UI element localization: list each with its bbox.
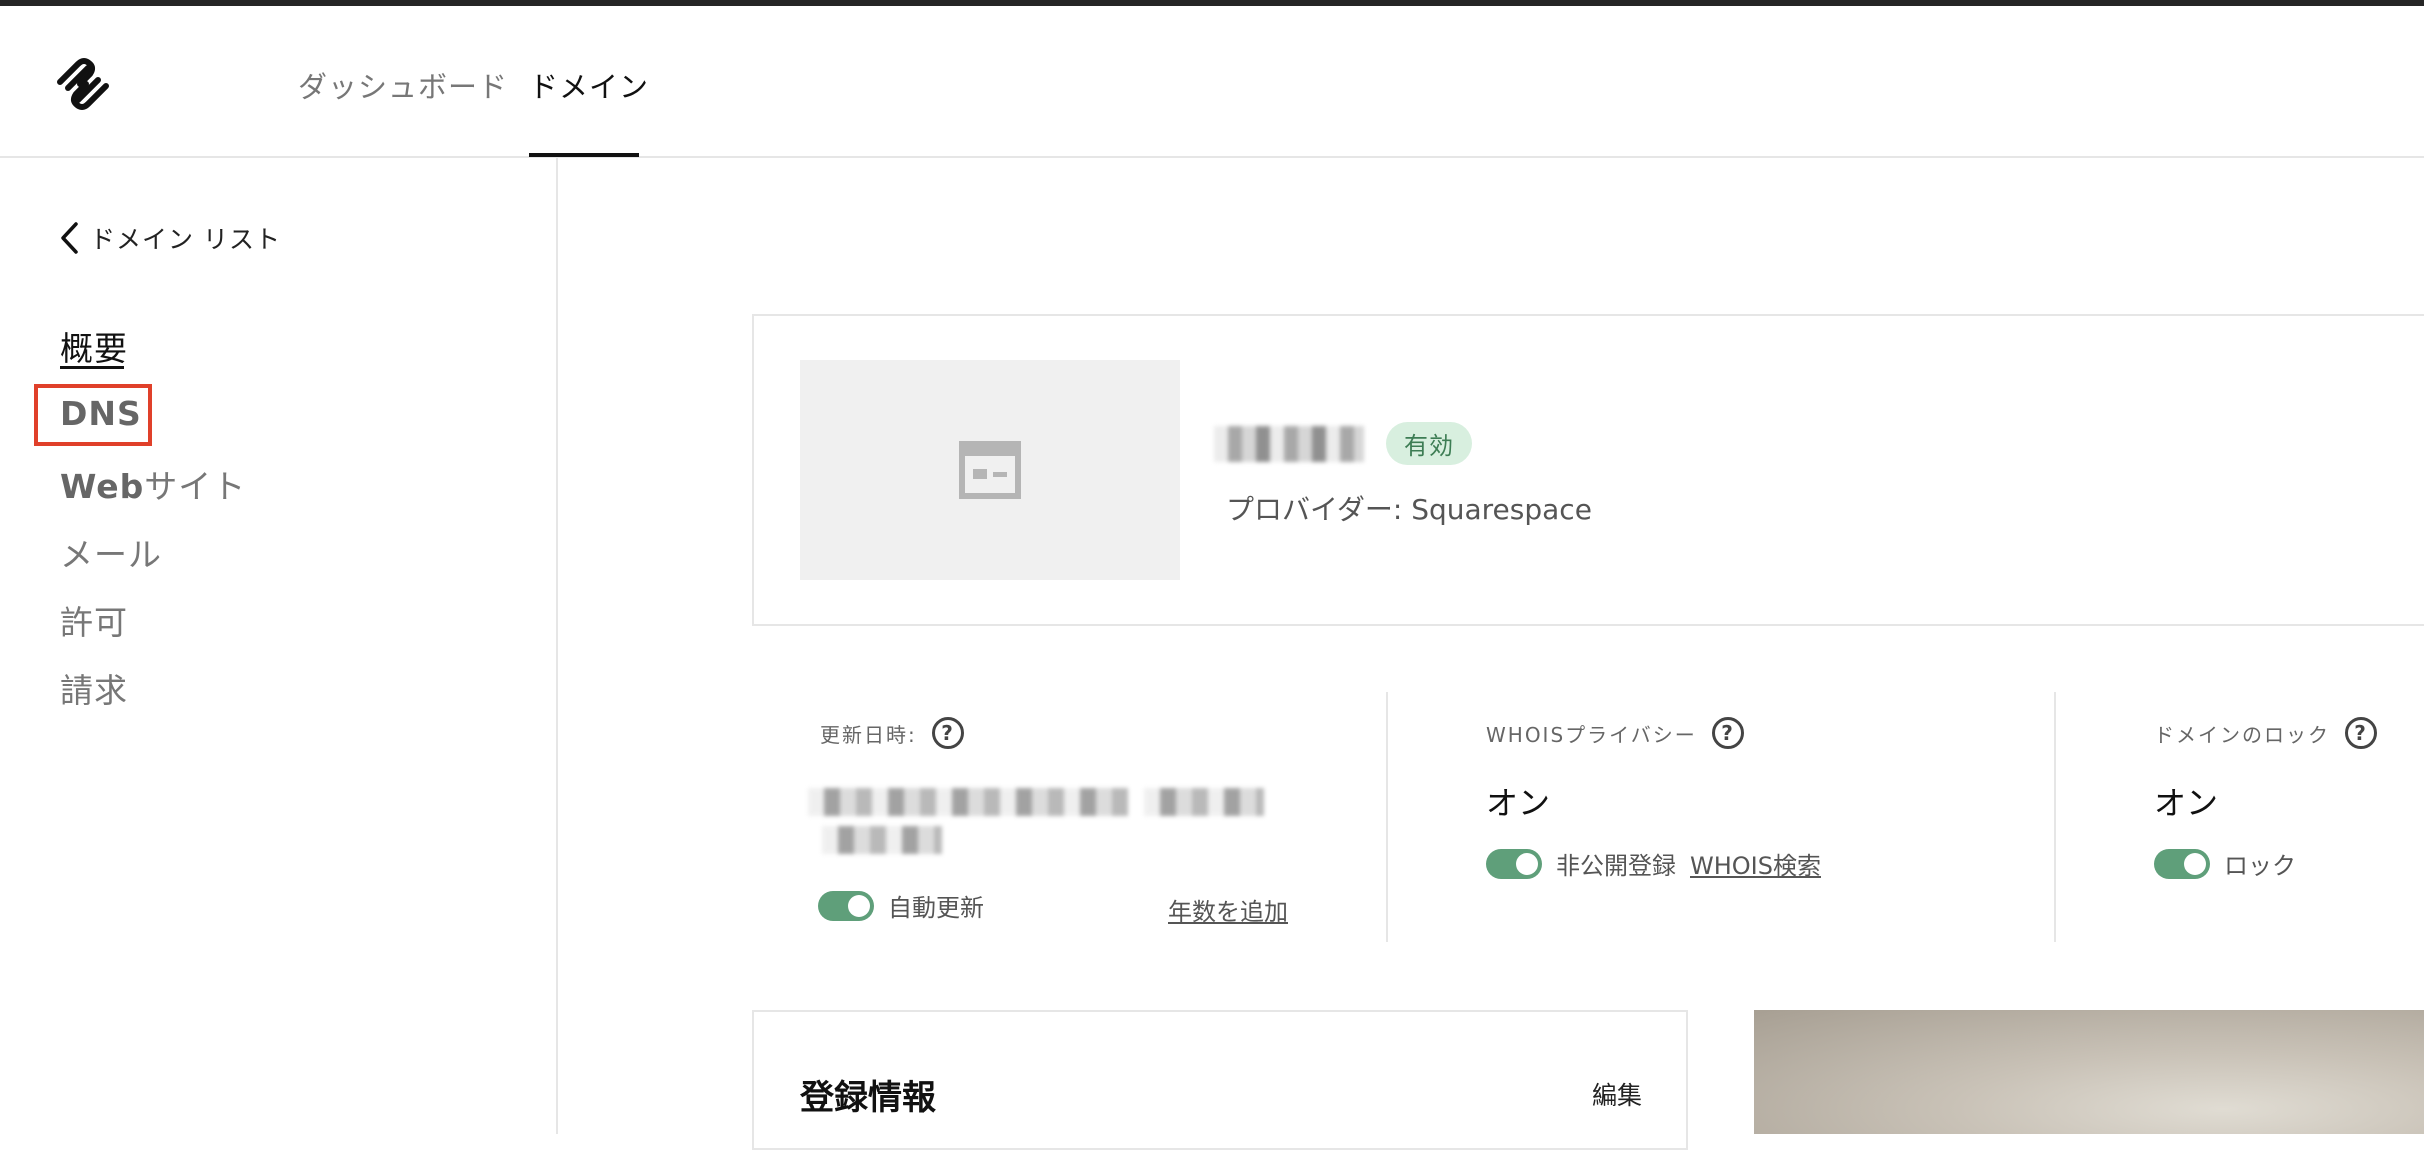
status-badge: 有効 <box>1386 422 1472 465</box>
chevron-left-icon <box>61 222 78 254</box>
promo-image-card <box>1754 1010 2424 1134</box>
sidebar-item-overview[interactable]: 概要 <box>60 322 128 370</box>
lock-value: オン <box>2154 784 2219 822</box>
provider-text: プロバイダー: Squarespace <box>1226 493 1592 526</box>
svg-text:?: ? <box>1721 721 1735 745</box>
lock-toggle-label: ロック <box>2224 852 2296 880</box>
dns-highlight-box <box>34 384 152 446</box>
sidebar-item-website[interactable]: Webサイト <box>60 460 246 508</box>
private-registration-toggle[interactable] <box>1486 848 1542 879</box>
website-placeholder-icon <box>959 441 1021 499</box>
add-years-link[interactable]: 年数を追加 <box>1168 892 1288 927</box>
whois-value: オン <box>1486 784 1551 822</box>
tab-domains[interactable]: ドメイン <box>529 64 649 106</box>
domain-lock-section: ドメインのロック ? オン ロック <box>2054 692 2424 942</box>
overview-underline <box>60 366 124 369</box>
svg-text:?: ? <box>941 721 955 745</box>
domain-name-redacted <box>1214 426 1364 462</box>
registration-info-card: 登録情報 編集 <box>752 1010 1688 1150</box>
whois-lookup-link[interactable]: WHOIS検索 <box>1690 846 1821 881</box>
domain-summary-card: 有効 プロバイダー: Squarespace <box>752 314 2424 626</box>
website-thumbnail[interactable] <box>800 360 1180 580</box>
sidebar: ドメイン リスト 概要 DNS Webサイト メール 許可 請求 <box>0 158 558 1134</box>
registration-title: 登録情報 <box>800 1078 936 1118</box>
renewal-date-redacted <box>808 788 1128 816</box>
active-tab-indicator <box>529 153 639 157</box>
help-icon[interactable]: ? <box>1711 716 1745 750</box>
private-registration-label: 非公開登録 <box>1556 852 1676 880</box>
back-to-domain-list-link[interactable]: ドメイン リスト <box>58 220 281 256</box>
squarespace-logo-icon[interactable] <box>54 58 112 110</box>
renewal-extra-redacted <box>822 826 942 854</box>
sidebar-item-permissions[interactable]: 許可 <box>60 596 128 644</box>
auto-renew-label: 自動更新 <box>888 894 984 922</box>
help-icon[interactable]: ? <box>2344 716 2378 750</box>
renewal-label: 更新日時: ? <box>820 716 965 750</box>
tab-dashboard[interactable]: ダッシュボード <box>298 64 508 106</box>
edit-registration-button[interactable]: 編集 <box>1592 1076 1642 1112</box>
whois-label-text: WHOISプライバシー <box>1486 722 1697 747</box>
renewal-time-redacted <box>1144 788 1264 816</box>
whois-privacy-section: WHOISプライバシー ? オン 非公開登録 WHOIS検索 <box>1386 692 2056 942</box>
auto-renew-toggle[interactable] <box>818 890 874 921</box>
lock-toggle-row: ロック <box>2154 846 2296 881</box>
svg-text:?: ? <box>2354 721 2368 745</box>
domain-lock-toggle[interactable] <box>2154 848 2210 879</box>
app-header: ダッシュボード ドメイン <box>0 6 2424 158</box>
back-link-label: ドメイン リスト <box>90 225 281 254</box>
auto-renew-row: 自動更新 <box>818 888 984 923</box>
whois-label: WHOISプライバシー ? <box>1486 716 1745 750</box>
whois-toggle-row: 非公開登録 WHOIS検索 <box>1486 846 1821 881</box>
sidebar-item-billing[interactable]: 請求 <box>60 664 128 712</box>
help-icon[interactable]: ? <box>931 716 965 750</box>
lock-label: ドメインのロック ? <box>2154 716 2378 750</box>
lock-label-text: ドメインのロック <box>2154 722 2330 747</box>
sidebar-item-email[interactable]: メール <box>60 528 162 576</box>
renewal-section: 更新日時: ? 自動更新 年数を追加 <box>808 692 1386 942</box>
renewal-label-text: 更新日時: <box>820 722 917 747</box>
